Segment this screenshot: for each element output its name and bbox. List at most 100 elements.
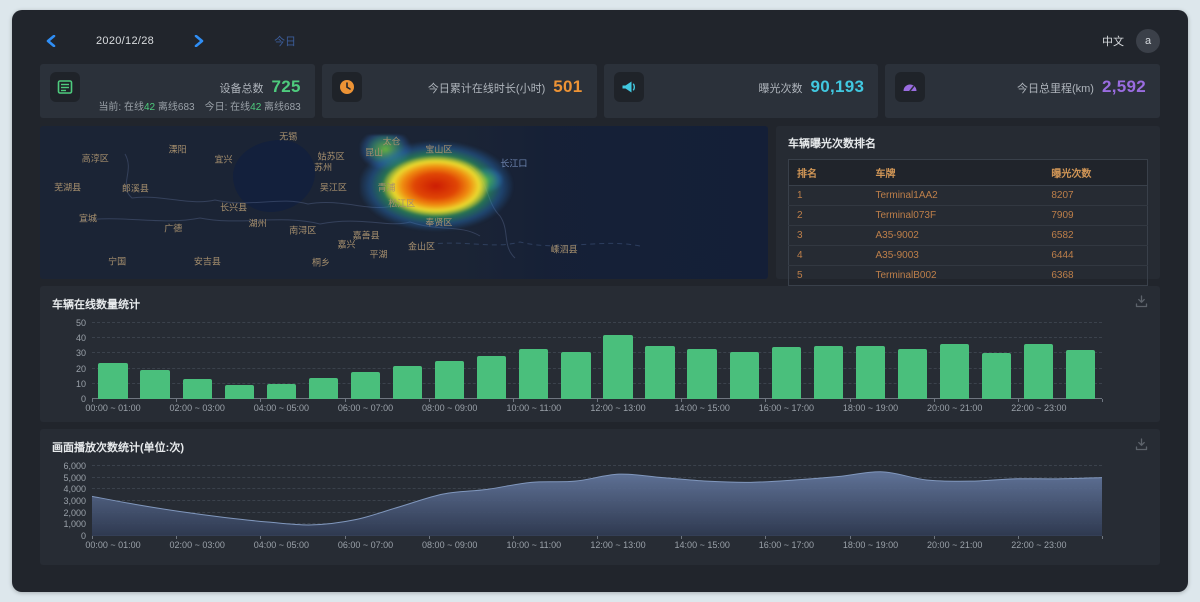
ranking-table: 排名 车牌 曝光次数 1Terminal1AA282072Terminal073… bbox=[788, 159, 1148, 286]
cell-rank: 2 bbox=[789, 206, 868, 226]
cell-count: 6582 bbox=[1043, 226, 1147, 246]
stat-value: 725 bbox=[271, 77, 300, 97]
y-axis-label: 40 bbox=[76, 333, 86, 343]
cell-count: 6444 bbox=[1043, 246, 1147, 266]
bar bbox=[730, 352, 759, 399]
top-bar: 2020/12/28 今日 中文 a bbox=[40, 24, 1160, 58]
stat-label: 今日总里程(km) bbox=[1017, 80, 1094, 96]
x-axis-label: 18:00 ~ 19:00 bbox=[843, 403, 898, 413]
x-axis-tick bbox=[850, 536, 851, 539]
bar bbox=[687, 349, 716, 399]
x-axis-tick bbox=[513, 536, 514, 539]
x-axis-tick bbox=[176, 536, 177, 539]
map-place-label: 宁国 bbox=[108, 255, 126, 268]
next-day-button[interactable] bbox=[188, 30, 210, 52]
y-axis-label: 2,000 bbox=[63, 508, 86, 518]
clock-icon bbox=[332, 72, 362, 102]
x-axis-label: 08:00 ~ 09:00 bbox=[422, 403, 477, 413]
bar bbox=[477, 356, 506, 399]
y-axis-label: 50 bbox=[76, 318, 86, 328]
y-axis-label: 20 bbox=[76, 364, 86, 374]
stats-row: 设备总数 725 当前: 在线42 离线683今日: 在线42 离线683 今日… bbox=[40, 64, 1160, 118]
stat-card-online-hours: 今日累计在线时长(小时) 501 bbox=[322, 64, 597, 118]
map-place-label: 长兴县 bbox=[220, 200, 247, 213]
map-place-label: 湖州 bbox=[249, 216, 267, 229]
download-icon[interactable] bbox=[1135, 438, 1148, 456]
cell-plate: A35-9002 bbox=[867, 226, 1043, 246]
map-place-label: 南浔区 bbox=[289, 223, 316, 236]
x-axis-label: 16:00 ~ 17:00 bbox=[759, 403, 814, 413]
x-axis-tick bbox=[92, 536, 93, 539]
x-axis-tick bbox=[429, 399, 430, 402]
stat-label: 曝光次数 bbox=[758, 80, 802, 96]
bar bbox=[519, 349, 548, 399]
map-place-label: 太仓 bbox=[383, 134, 401, 147]
y-axis-label: 30 bbox=[76, 348, 86, 358]
x-axis-tick bbox=[260, 399, 261, 402]
map-place-label: 金山区 bbox=[408, 240, 435, 253]
map-place-label: 宝山区 bbox=[425, 142, 452, 155]
table-header-row: 排名 车牌 曝光次数 bbox=[789, 160, 1148, 186]
bar-series bbox=[92, 323, 1102, 399]
app-frame: 2020/12/28 今日 中文 a 设备总数 725 当前: 在线42 离线 bbox=[12, 10, 1188, 592]
x-axis-tick bbox=[92, 399, 93, 402]
ranking-panel: 车辆曝光次数排名 排名 车牌 曝光次数 1Terminal1AA282072Te… bbox=[776, 126, 1160, 279]
bar bbox=[940, 344, 969, 399]
megaphone-icon bbox=[614, 72, 644, 102]
cell-rank: 1 bbox=[789, 186, 868, 206]
download-icon[interactable] bbox=[1135, 295, 1148, 313]
map-place-label: 嵊泗县 bbox=[551, 243, 578, 256]
cell-plate: A35-9003 bbox=[867, 246, 1043, 266]
device-list-icon bbox=[50, 72, 80, 102]
table-row: 2Terminal073F7909 bbox=[789, 206, 1148, 226]
bar bbox=[561, 352, 590, 399]
x-axis-label: 20:00 ~ 21:00 bbox=[927, 403, 982, 413]
date-display[interactable]: 2020/12/28 bbox=[96, 35, 154, 47]
bar bbox=[603, 335, 632, 399]
bar-chart-plot: 0102030405000:00 ~ 01:0002:00 ~ 03:0004:… bbox=[92, 323, 1102, 399]
bar-chart-panel: 车辆在线数量统计 0102030405000:00 ~ 01:0002:00 ~… bbox=[40, 286, 1160, 422]
language-switch[interactable]: 中文 bbox=[1102, 33, 1124, 49]
area-chart-panel: 画面播放次数统计(单位:次) 01,0002,0003,0004,0005,00… bbox=[40, 429, 1160, 565]
y-axis-label: 1,000 bbox=[63, 519, 86, 529]
cell-plate: Terminal1AA2 bbox=[867, 186, 1043, 206]
y-axis-label: 4,000 bbox=[63, 484, 86, 494]
table-row: 5TerminalB0026368 bbox=[789, 266, 1148, 286]
bar-chart-title: 车辆在线数量统计 bbox=[52, 296, 140, 312]
area-chart-plot: 01,0002,0003,0004,0005,0006,00000:00 ~ 0… bbox=[92, 466, 1102, 536]
map-canvas[interactable]: 高淳区溧阳宜兴无锡姑苏区苏州昆山太仓宝山区长江口芜湖县郎溪县吴江区青浦松江区奉贤… bbox=[40, 126, 768, 279]
map-place-label: 苏州 bbox=[314, 160, 332, 173]
device-status-line: 当前: 在线42 离线683今日: 在线42 离线683 bbox=[98, 98, 300, 113]
map-place-label: 平湖 bbox=[370, 248, 388, 261]
col-rank: 排名 bbox=[789, 160, 868, 186]
prev-day-button[interactable] bbox=[40, 30, 62, 52]
cell-count: 6368 bbox=[1043, 266, 1147, 286]
map-place-label: 嘉善县 bbox=[353, 228, 380, 241]
bar bbox=[140, 370, 169, 399]
x-axis-tick bbox=[681, 399, 682, 402]
map-place-label: 嘉兴 bbox=[337, 238, 355, 251]
table-row: 1Terminal1AA28207 bbox=[789, 186, 1148, 206]
x-axis-tick bbox=[934, 536, 935, 539]
bar bbox=[1066, 350, 1095, 399]
stat-card-exposures: 曝光次数 90,193 bbox=[604, 64, 879, 118]
bar bbox=[351, 372, 380, 399]
stat-value: 90,193 bbox=[810, 77, 864, 97]
avatar[interactable]: a bbox=[1136, 29, 1160, 53]
chevron-right-icon bbox=[194, 35, 204, 47]
x-axis-label: 04:00 ~ 05:00 bbox=[254, 403, 309, 413]
chevron-left-icon bbox=[46, 35, 56, 47]
stat-card-devices: 设备总数 725 当前: 在线42 离线683今日: 在线42 离线683 bbox=[40, 64, 315, 118]
bar bbox=[898, 349, 927, 399]
today-button[interactable]: 今日 bbox=[274, 33, 296, 49]
bar bbox=[772, 347, 801, 399]
stat-card-mileage: 今日总里程(km) 2,592 bbox=[885, 64, 1160, 118]
x-axis-label: 08:00 ~ 09:00 bbox=[422, 540, 477, 550]
stat-label: 设备总数 bbox=[219, 80, 263, 96]
x-axis-label: 02:00 ~ 03:00 bbox=[170, 403, 225, 413]
map-place-label: 广德 bbox=[164, 221, 182, 234]
x-axis-tick bbox=[850, 399, 851, 402]
bar bbox=[98, 363, 127, 399]
map-place-label: 吴江区 bbox=[320, 181, 347, 194]
cell-count: 8207 bbox=[1043, 186, 1147, 206]
